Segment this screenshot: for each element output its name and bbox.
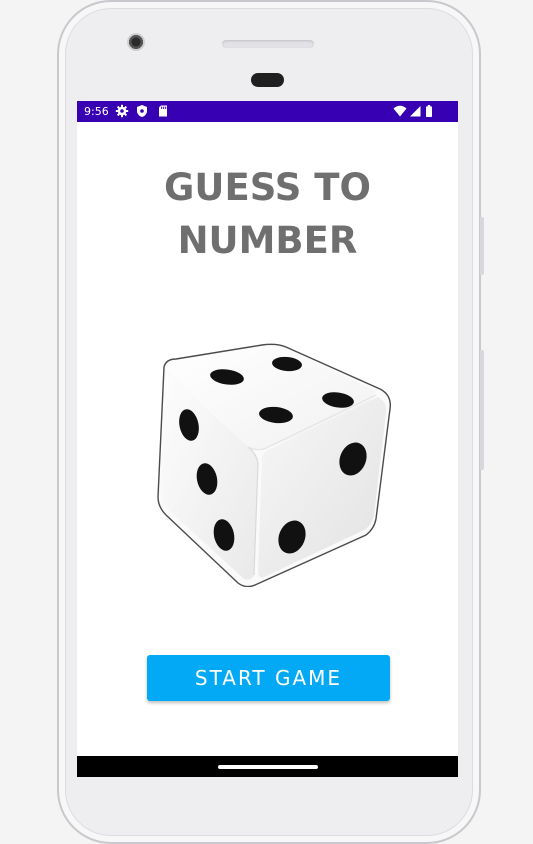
earpiece-speaker bbox=[222, 40, 314, 48]
start-game-button[interactable]: START GAME bbox=[147, 655, 390, 701]
title-line-1: GUESS TO bbox=[164, 166, 371, 209]
wifi-icon bbox=[393, 105, 407, 117]
app-title: GUESS TO NUMBER bbox=[77, 161, 458, 267]
home-gesture-handle[interactable] bbox=[218, 765, 318, 769]
settings-icon bbox=[115, 104, 129, 118]
phone-screen: 9:56 GUESS TO NUMBER START GAME bbox=[77, 101, 458, 777]
battery-icon bbox=[426, 105, 432, 117]
front-camera bbox=[127, 33, 145, 51]
sd-card-icon bbox=[159, 105, 167, 117]
status-time: 9:56 bbox=[84, 105, 109, 118]
volume-button bbox=[480, 350, 484, 470]
shield-icon bbox=[137, 105, 147, 117]
cell-signal-icon bbox=[410, 106, 421, 117]
proximity-sensor bbox=[251, 73, 284, 87]
status-bar: 9:56 bbox=[77, 101, 458, 122]
power-button bbox=[480, 217, 484, 275]
dice-image bbox=[157, 343, 391, 587]
navigation-bar bbox=[77, 756, 458, 777]
title-line-2: NUMBER bbox=[177, 219, 358, 262]
